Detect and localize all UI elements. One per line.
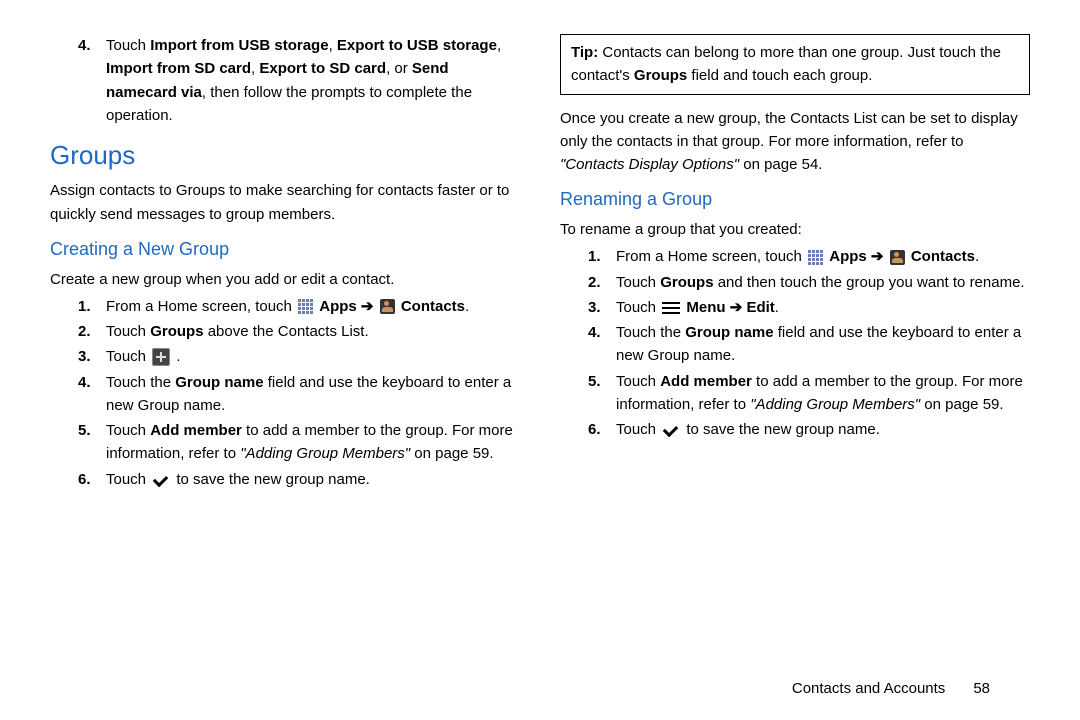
step-body: Touch Add member to add a member to the … — [616, 370, 1030, 417]
renaming-intro: To rename a group that you created: — [560, 218, 1030, 241]
footer-section: Contacts and Accounts — [792, 680, 945, 697]
columns: 4. Touch Import from USB storage, Export… — [50, 30, 1030, 667]
step-body: Touch . — [106, 345, 520, 368]
step-5: 5. Touch Add member to add a member to t… — [560, 370, 1030, 417]
step-number: 2. — [560, 271, 616, 294]
step-body: From a Home screen, touch Apps ➔ Contact… — [616, 245, 1030, 268]
step-body: Touch to save the new group name. — [106, 468, 520, 491]
step-number: 1. — [560, 245, 616, 268]
step-body: Touch Groups above the Contacts List. — [106, 320, 520, 343]
contacts-icon — [890, 250, 905, 265]
creating-steps: 1. From a Home screen, touch Apps ➔ Cont… — [50, 295, 520, 491]
step-2: 2. Touch Groups above the Contacts List. — [50, 320, 520, 343]
step-5: 5. Touch Add member to add a member to t… — [50, 419, 520, 466]
step-number: 6. — [50, 468, 106, 491]
arrow-icon: ➔ — [867, 248, 888, 265]
step-4: 4. Touch the Group name field and use th… — [560, 321, 1030, 368]
groups-intro: Assign contacts to Groups to make search… — [50, 179, 520, 226]
step-number: 3. — [50, 345, 106, 368]
heading-renaming-group: Renaming a Group — [560, 186, 1030, 214]
step-number: 5. — [560, 370, 616, 417]
manual-page: 4. Touch Import from USB storage, Export… — [0, 0, 1080, 720]
step-number: 4. — [560, 321, 616, 368]
heading-creating-group: Creating a New Group — [50, 236, 520, 264]
arrow-icon: ➔ — [357, 298, 378, 315]
step-number: 1. — [50, 295, 106, 318]
menu-icon — [662, 301, 680, 315]
step-4: 4. Touch Import from USB storage, Export… — [50, 34, 520, 127]
step-number: 2. — [50, 320, 106, 343]
step-number: 5. — [50, 419, 106, 466]
step-body: Touch Groups and then touch the group yo… — [616, 271, 1030, 294]
arrow-icon: ➔ — [726, 299, 747, 316]
step-number: 4. — [50, 34, 106, 127]
step-1: 1. From a Home screen, touch Apps ➔ Cont… — [50, 295, 520, 318]
step-4: 4. Touch the Group name field and use th… — [50, 371, 520, 418]
step-6: 6. Touch to save the new group name. — [560, 418, 1030, 441]
heading-groups: Groups — [50, 135, 520, 175]
step-body: From a Home screen, touch Apps ➔ Contact… — [106, 295, 520, 318]
step-body: Touch the Group name field and use the k… — [616, 321, 1030, 368]
step-number: 6. — [560, 418, 616, 441]
renaming-steps: 1. From a Home screen, touch Apps ➔ Cont… — [560, 245, 1030, 441]
step-body: Touch to save the new group name. — [616, 418, 1030, 441]
check-icon — [662, 423, 680, 437]
step-body: Touch Add member to add a member to the … — [106, 419, 520, 466]
tip-label: Tip: — [571, 44, 598, 61]
step-3: 3. Touch . — [50, 345, 520, 368]
apps-grid-icon — [808, 250, 823, 265]
step-body: Touch Menu ➔ Edit. — [616, 296, 1030, 319]
apps-grid-icon — [298, 299, 313, 314]
contacts-icon — [380, 299, 395, 314]
step-3: 3. Touch Menu ➔ Edit. — [560, 296, 1030, 319]
step-1: 1. From a Home screen, touch Apps ➔ Cont… — [560, 245, 1030, 268]
display-options-para: Once you create a new group, the Contact… — [560, 107, 1030, 177]
plus-icon — [152, 348, 170, 366]
tip-box: Tip: Contacts can belong to more than on… — [560, 34, 1030, 95]
page-footer: Contacts and Accounts 58 — [50, 667, 1030, 700]
creating-intro: Create a new group when you add or edit … — [50, 268, 520, 291]
step-body: Touch the Group name field and use the k… — [106, 371, 520, 418]
step-number: 3. — [560, 296, 616, 319]
right-column: Tip: Contacts can belong to more than on… — [560, 30, 1030, 667]
check-icon — [152, 473, 170, 487]
page-number: 58 — [973, 680, 990, 697]
step-number: 4. — [50, 371, 106, 418]
step-2: 2. Touch Groups and then touch the group… — [560, 271, 1030, 294]
step-6: 6. Touch to save the new group name. — [50, 468, 520, 491]
left-column: 4. Touch Import from USB storage, Export… — [50, 30, 520, 667]
step-body: Touch Import from USB storage, Export to… — [106, 34, 520, 127]
import-export-steps: 4. Touch Import from USB storage, Export… — [50, 34, 520, 127]
